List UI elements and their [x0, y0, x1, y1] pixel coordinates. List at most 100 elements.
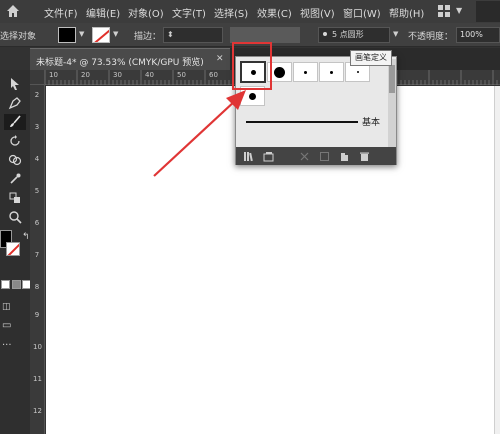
- stroke-color-swatch[interactable]: [92, 27, 110, 43]
- menu-help[interactable]: 帮助(H): [389, 5, 424, 20]
- selection-status-label: 选择对象: [0, 32, 37, 42]
- new-brush-button[interactable]: [336, 149, 352, 163]
- home-icon[interactable]: [6, 4, 20, 18]
- menu-file[interactable]: 文件(F): [44, 5, 78, 20]
- remove-icon: [300, 152, 308, 160]
- search-box[interactable]: [476, 1, 500, 22]
- ruler-origin[interactable]: [30, 70, 45, 85]
- brush-definition-tooltip: 画笔定义: [350, 50, 392, 66]
- screen-mode-icon[interactable]: ▭: [2, 320, 11, 331]
- tools-panel: ↰ ◫ ▭ ···: [0, 70, 31, 434]
- gradient-mode-icon[interactable]: [12, 280, 21, 289]
- selection-tool[interactable]: [4, 76, 26, 92]
- zoom-tool[interactable]: [4, 209, 26, 225]
- stroke-dropdown-chevron-icon[interactable]: ▼: [113, 30, 118, 38]
- ruler-label: 5: [34, 187, 40, 195]
- vertical-ruler[interactable]: 2 3 4 5 6 7 8 9 10 11 12: [30, 85, 45, 434]
- brush-dot-icon: [274, 66, 285, 78]
- workspace-layout-icon[interactable]: [438, 5, 450, 17]
- opacity-label: 不透明度：: [408, 32, 454, 42]
- ruler-label: 3: [34, 123, 40, 131]
- ruler-label: 12: [33, 407, 42, 415]
- ruler-label: 4: [34, 155, 40, 163]
- close-icon[interactable]: ✕: [216, 54, 224, 64]
- color-mode-icon[interactable]: [1, 280, 10, 289]
- menu-type[interactable]: 文字(T): [172, 5, 206, 20]
- ruler-label: 8: [34, 283, 40, 291]
- ruler-label: 10: [33, 343, 42, 351]
- menu-select[interactable]: 选择(S): [214, 5, 248, 20]
- stepper-arrows-icon[interactable]: ⬍: [167, 30, 174, 39]
- ruler-label: 40: [145, 71, 154, 79]
- basic-brush-row[interactable]: 基本: [238, 111, 386, 133]
- new-icon: [340, 151, 349, 161]
- document-tab-title: 未标题-4* @ 73.53% (CMYK/GPU 预览): [36, 58, 204, 68]
- blend-tool[interactable]: [4, 190, 26, 206]
- paintbrush-tool[interactable]: [4, 114, 26, 130]
- brush-panel-footer: [236, 147, 396, 165]
- delete-brush-button[interactable]: [356, 149, 372, 163]
- ruler-label: 6: [34, 219, 40, 227]
- document-tab[interactable]: 未标题-4* @ 73.53% (CMYK/GPU 预览) ✕: [30, 48, 230, 70]
- options-icon: [319, 151, 329, 161]
- magnifier-icon: [9, 211, 22, 224]
- fill-color-swatch[interactable]: [58, 27, 76, 43]
- trash-icon: [359, 152, 369, 161]
- eyedropper-icon: [10, 173, 21, 184]
- stroke-label: 描边：: [134, 32, 162, 42]
- ruler-label: 10: [49, 71, 58, 79]
- ruler-label: 60: [209, 71, 218, 79]
- brush-definition-field[interactable]: 5 点圆形: [318, 27, 390, 43]
- brush-dot-icon: [304, 70, 307, 74]
- canvas-edge: [494, 86, 500, 434]
- round-dot-icon: [323, 32, 327, 36]
- shape-builder-icon: [8, 154, 22, 166]
- chevron-down-icon[interactable]: ▼: [456, 6, 462, 15]
- annotation-arrow-icon: [153, 90, 246, 177]
- ruler-label: 2: [34, 91, 40, 99]
- stroke-weight-field[interactable]: ⬍: [163, 27, 223, 43]
- paintbrush-icon: [10, 115, 21, 127]
- menu-bar: 文件(F) 编辑(E) 对象(O) 文字(T) 选择(S) 效果(C) 视图(V…: [0, 0, 500, 23]
- scrollbar-thumb[interactable]: [389, 65, 395, 93]
- draw-mode-icon[interactable]: ◫: [2, 302, 11, 312]
- pen-icon: [8, 97, 21, 110]
- shape-builder-tool[interactable]: [4, 152, 26, 168]
- more-tools-icon[interactable]: ···: [2, 340, 12, 351]
- brush-library-icon: [263, 151, 273, 161]
- blend-icon: [9, 192, 20, 203]
- eyedropper-tool[interactable]: [4, 171, 26, 187]
- variable-width-profile-field[interactable]: [230, 27, 300, 43]
- opacity-field[interactable]: 100%: [456, 27, 500, 43]
- ruler-label: 11: [33, 375, 42, 383]
- stroke-swatch[interactable]: [6, 242, 20, 256]
- ruler-label: 50: [177, 71, 186, 79]
- menu-edit[interactable]: 编辑(E): [86, 5, 120, 20]
- ruler-label: 9: [34, 311, 40, 319]
- brush-dot-icon: [356, 71, 359, 73]
- arrow-pointer-icon: [11, 78, 19, 90]
- brush-libraries-panel-button[interactable]: [260, 149, 276, 163]
- brush-small-round[interactable]: [293, 62, 318, 82]
- fill-dropdown-chevron-icon[interactable]: ▼: [79, 30, 84, 38]
- brush-dot-icon: [330, 70, 333, 74]
- menu-view[interactable]: 视图(V): [300, 5, 335, 20]
- ruler-label: 30: [113, 71, 122, 79]
- brush-dropdown-chevron-icon[interactable]: ▼: [393, 30, 398, 38]
- ruler-label: 20: [81, 71, 90, 79]
- brush-panel-scrollbar[interactable]: [388, 59, 396, 147]
- basic-brush-label: 基本: [362, 118, 381, 128]
- menu-object[interactable]: 对象(O): [128, 5, 164, 20]
- brush-definition-value: 5 点圆形: [332, 30, 364, 39]
- swap-colors-icon[interactable]: ↰: [22, 232, 30, 242]
- pen-tool[interactable]: [4, 95, 26, 111]
- basic-brush-stroke: [246, 121, 358, 123]
- menu-effect[interactable]: 效果(C): [257, 5, 292, 20]
- brush-options-button[interactable]: [316, 149, 332, 163]
- rotate-icon: [10, 135, 20, 146]
- menu-window[interactable]: 窗口(W): [343, 5, 381, 20]
- rotate-tool[interactable]: [4, 133, 26, 149]
- ruler-label: 7: [34, 251, 40, 259]
- remove-stroke-button[interactable]: [296, 149, 312, 163]
- brush-tiny-round[interactable]: [319, 62, 344, 82]
